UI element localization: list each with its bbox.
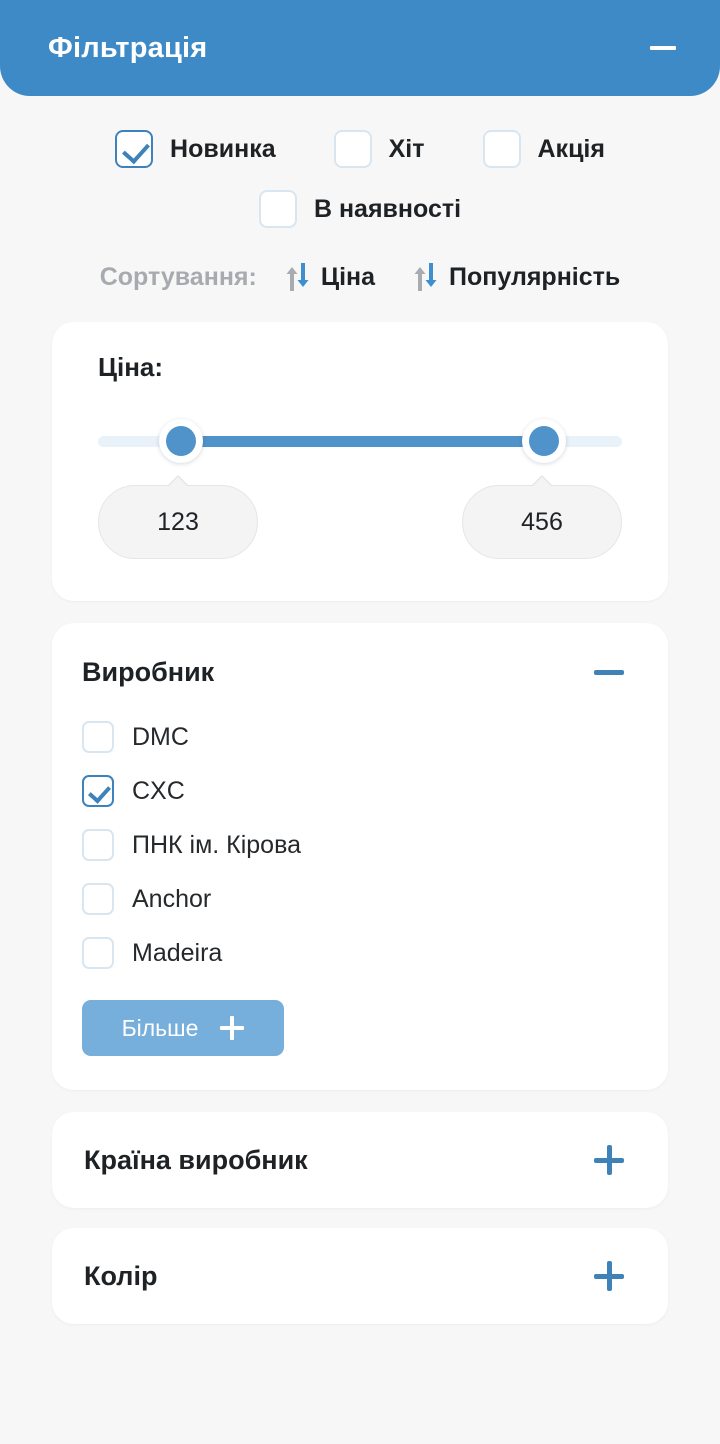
checkbox-pnk-kirova[interactable] (82, 829, 114, 861)
price-min-input[interactable] (99, 486, 257, 558)
sort-label: Ціна (320, 262, 376, 291)
filter-panel: Фільтрація Новинка Хіт Акція В наявності… (0, 0, 720, 1444)
page-title: Фільтрація (48, 31, 208, 64)
sorting-caption: Сортування: (99, 262, 257, 291)
flag-hit[interactable]: Хіт (333, 130, 425, 168)
checkbox-aktsiya[interactable] (482, 130, 521, 168)
country-title: Країна виробник (84, 1144, 308, 1175)
option-label: Madeira (132, 938, 223, 967)
price-filter-card: Ціна: (52, 322, 668, 601)
slider-handle-max[interactable] (522, 419, 567, 463)
price-max-bubble[interactable] (462, 475, 622, 559)
sort-label: Популярність (449, 262, 621, 291)
price-input-row (98, 475, 622, 559)
flag-label: Хіт (388, 134, 425, 163)
flag-row-secondary: В наявності (0, 190, 720, 228)
flag-row-primary: Новинка Хіт Акція (0, 130, 720, 168)
option-label: CXC (132, 776, 185, 805)
checkbox-anchor[interactable] (82, 883, 114, 915)
plus-icon[interactable] (594, 1261, 624, 1291)
manufacturer-filter-card: Виробник DMC CXC ПНК ім. Кірова Anchor M… (52, 623, 668, 1090)
country-filter-card[interactable]: Країна виробник (52, 1112, 668, 1208)
option-label: ПНК ім. Кірова (132, 830, 301, 859)
flag-label: Акція (537, 134, 605, 163)
flag-label: В наявності (313, 194, 462, 223)
show-more-button[interactable]: Більше (82, 1000, 284, 1056)
sort-arrows-icon (286, 263, 309, 291)
list-item[interactable]: Anchor (82, 872, 638, 926)
flag-in-stock[interactable]: В наявності (258, 190, 462, 228)
color-filter-card[interactable]: Колір (52, 1228, 668, 1324)
list-item[interactable]: DMC (82, 710, 638, 764)
flag-novynka[interactable]: Новинка (115, 130, 276, 168)
plus-icon[interactable] (594, 1145, 624, 1175)
checkbox-in-stock[interactable] (258, 190, 297, 228)
list-item[interactable]: Madeira (82, 926, 638, 980)
list-item[interactable]: CXC (82, 764, 638, 818)
minus-icon[interactable] (650, 46, 676, 50)
price-max-input[interactable] (463, 486, 621, 558)
color-title: Колір (84, 1260, 158, 1291)
price-min-bubble[interactable] (98, 475, 258, 559)
sort-by-price[interactable]: Ціна (285, 262, 375, 292)
slider-selected-range (180, 436, 545, 447)
sorting-row: Сортування: Ціна Популярність (0, 262, 720, 292)
checkbox-dmc[interactable] (82, 721, 114, 753)
manufacturer-title: Виробник (82, 657, 215, 687)
checkbox-novynka[interactable] (115, 130, 154, 168)
flag-aktsiya[interactable]: Акція (482, 130, 605, 168)
sort-by-popularity[interactable]: Популярність (413, 262, 620, 292)
plus-icon (220, 1016, 245, 1040)
price-title: Ціна: (98, 352, 164, 382)
manufacturer-option-list: DMC CXC ПНК ім. Кірова Anchor Madeira (82, 710, 638, 980)
slider-handle-min[interactable] (158, 419, 203, 463)
filter-header: Фільтрація (0, 0, 720, 96)
manufacturer-header[interactable]: Виробник (82, 657, 638, 688)
price-range-slider[interactable] (98, 415, 622, 467)
option-label: DMC (132, 722, 189, 751)
checkbox-hit[interactable] (333, 130, 372, 168)
option-label: Anchor (132, 884, 212, 913)
checkbox-cxc[interactable] (82, 775, 114, 807)
minus-icon[interactable] (594, 670, 624, 675)
checkbox-madeira[interactable] (82, 937, 114, 969)
show-more-label: Більше (121, 1014, 199, 1041)
list-item[interactable]: ПНК ім. Кірова (82, 818, 638, 872)
flag-label: Новинка (170, 134, 276, 163)
sort-arrows-icon (414, 263, 437, 291)
